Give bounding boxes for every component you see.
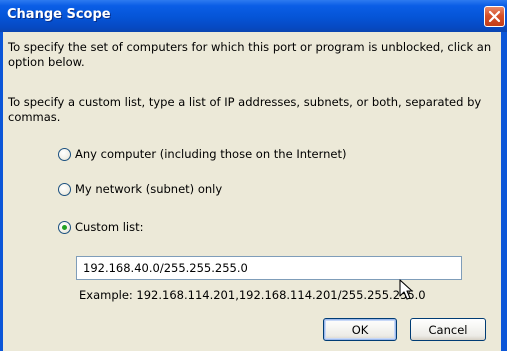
radio-selected-dot: [62, 224, 67, 230]
mouse-pointer-icon: [399, 279, 413, 300]
instruction-text: To specify the set of computers for whic…: [8, 40, 492, 69]
close-icon: [488, 10, 501, 23]
radio-custom-list[interactable]: Custom list:: [58, 219, 143, 235]
change-scope-dialog: Change Scope To specify the set of compu…: [0, 0, 507, 351]
custom-list-instruction: To specify a custom list, type a list of…: [8, 95, 482, 124]
ok-button[interactable]: OK: [323, 318, 397, 341]
cancel-button[interactable]: Cancel: [410, 318, 486, 341]
radio-any-computer[interactable]: Any computer (including those on the Int…: [58, 146, 346, 162]
radio-label-my-network[interactable]: My network (subnet) only: [75, 182, 222, 196]
radio-button-icon[interactable]: [58, 147, 71, 161]
radio-label-any-computer[interactable]: Any computer (including those on the Int…: [75, 147, 346, 161]
example-text: Example: 192.168.114.201,192.168.114.201…: [79, 288, 426, 302]
dialog-title: Change Scope: [7, 7, 111, 22]
dialog-body: To specify the set of computers for whic…: [3, 32, 501, 351]
radio-button-selected-icon[interactable]: [58, 220, 71, 234]
radio-button-icon[interactable]: [58, 182, 71, 196]
radio-label-custom-list[interactable]: Custom list:: [75, 220, 143, 234]
custom-list-input[interactable]: [76, 256, 462, 280]
close-button[interactable]: [484, 6, 505, 27]
radio-my-network[interactable]: My network (subnet) only: [58, 181, 222, 197]
title-bar[interactable]: Change Scope: [0, 0, 507, 32]
